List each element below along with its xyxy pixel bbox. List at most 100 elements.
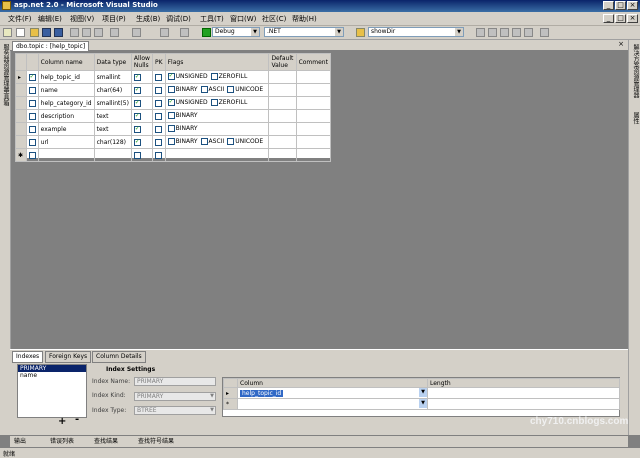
properties-tab[interactable]: 属性 — [631, 112, 640, 124]
properties-icon[interactable] — [488, 28, 497, 37]
column-name-cell[interactable]: example — [37, 122, 95, 136]
platform-select[interactable]: .NET ▼ — [264, 27, 344, 37]
index-column-cell[interactable]: ▼ — [237, 398, 428, 410]
row-checkbox-cell[interactable] — [25, 148, 39, 162]
index-length-cell[interactable] — [427, 398, 620, 410]
flag-checkbox[interactable] — [227, 85, 235, 93]
default-value-cell[interactable] — [268, 96, 297, 110]
flag-checkbox[interactable] — [210, 72, 218, 80]
allow-nulls-checkbox-cell[interactable] — [130, 109, 153, 123]
allow-nulls-checkbox[interactable] — [133, 99, 141, 107]
flag-checkbox[interactable] — [167, 98, 175, 106]
flags-cell[interactable]: UNSIGNED ZEROFILL — [164, 96, 270, 110]
flags-cell[interactable] — [164, 148, 270, 162]
cut-icon[interactable] — [70, 28, 79, 37]
flag-checkbox[interactable] — [200, 137, 208, 145]
allow-nulls-checkbox-cell[interactable] — [130, 83, 153, 97]
row-checkbox-cell[interactable] — [25, 70, 39, 84]
doc-minimize-button[interactable]: _ — [603, 14, 614, 23]
row-checkbox-cell[interactable] — [25, 109, 39, 123]
allow-nulls-checkbox[interactable] — [133, 112, 141, 120]
row-selector[interactable]: ▸ — [15, 70, 27, 84]
row-checkbox[interactable] — [28, 73, 36, 81]
index-item-primary[interactable]: PRIMARY — [18, 365, 86, 372]
paste-icon[interactable] — [94, 28, 103, 37]
config-select[interactable]: Debug ▼ — [212, 27, 260, 37]
undo-icon[interactable] — [110, 28, 119, 37]
data-type-cell[interactable]: char(128) — [93, 135, 132, 149]
index-list[interactable]: PRIMARY name — [17, 364, 87, 418]
flag-checkbox[interactable] — [167, 124, 175, 132]
column-name-cell[interactable]: help_topic_id — [37, 70, 95, 84]
flag-checkbox[interactable] — [200, 85, 208, 93]
header-index-column[interactable]: Column — [237, 378, 428, 388]
primary-key-checkbox[interactable] — [154, 125, 162, 133]
primary-key-checkbox[interactable] — [154, 151, 162, 159]
save-all-icon[interactable] — [54, 28, 63, 37]
header-comment[interactable]: Comment — [295, 53, 332, 71]
primary-key-checkbox[interactable] — [154, 73, 162, 81]
tab-find-results[interactable]: 查找结果 — [94, 437, 118, 446]
row-checkbox[interactable] — [28, 151, 36, 159]
primary-key-checkbox-cell[interactable] — [151, 109, 166, 123]
navigate-forward-icon[interactable] — [180, 28, 189, 37]
comment-cell[interactable] — [295, 70, 332, 84]
close-document-icon[interactable]: × — [618, 40, 624, 48]
row-selector[interactable]: ✱ — [15, 148, 27, 162]
flag-option[interactable]: ZEROFILL — [210, 98, 247, 106]
default-value-cell[interactable] — [268, 83, 297, 97]
row-checkbox-cell[interactable] — [25, 96, 39, 110]
default-value-cell[interactable] — [268, 70, 297, 84]
minimize-button[interactable]: _ — [603, 1, 614, 10]
flags-cell[interactable]: BINARY — [164, 109, 270, 123]
table-row[interactable]: ▸ help_topic_idsmallint UNSIGNED ZEROFILL — [15, 70, 332, 84]
allow-nulls-checkbox-cell[interactable] — [130, 148, 153, 162]
redo-icon[interactable] — [132, 28, 141, 37]
menu-community[interactable]: 社区(C) — [262, 14, 286, 24]
allow-nulls-checkbox[interactable] — [133, 151, 141, 159]
solution-explorer-tab[interactable]: 解决方案资源管理器 — [631, 44, 640, 98]
allow-nulls-checkbox[interactable] — [133, 138, 141, 146]
tab-foreign-keys[interactable]: Foreign Keys — [45, 351, 92, 363]
primary-key-checkbox-cell[interactable] — [151, 148, 166, 162]
flag-checkbox[interactable] — [167, 72, 175, 80]
data-type-cell[interactable]: smallint(5) — [93, 96, 132, 110]
flag-option[interactable]: BINARY — [167, 124, 198, 132]
new-project-icon[interactable] — [3, 28, 12, 37]
row-selector[interactable] — [15, 135, 27, 149]
column-name-cell[interactable]: help_category_id — [37, 96, 95, 110]
row-checkbox[interactable] — [28, 125, 36, 133]
allow-nulls-checkbox[interactable] — [133, 86, 141, 94]
flag-option[interactable]: ASCII — [200, 137, 224, 145]
table-row[interactable]: exampletext BINARY — [15, 122, 332, 136]
flag-option[interactable]: UNSIGNED — [167, 72, 208, 80]
find-icon[interactable] — [356, 28, 365, 37]
primary-key-checkbox[interactable] — [154, 86, 162, 94]
column-name-cell[interactable] — [37, 148, 95, 162]
document-tab[interactable]: dbo.topic : [help_topic] — [12, 41, 90, 51]
flag-option[interactable]: ASCII — [200, 85, 224, 93]
find-combo[interactable]: showDir ▼ — [368, 27, 464, 37]
open-icon[interactable] — [30, 28, 39, 37]
close-button[interactable]: × — [627, 1, 638, 10]
maximize-button[interactable]: □ — [615, 1, 626, 10]
table-row[interactable]: help_category_idsmallint(5) UNSIGNED ZEROF… — [15, 96, 332, 110]
flag-option[interactable]: BINARY — [167, 137, 198, 145]
header-allow-nulls[interactable]: Allow Nulls — [130, 53, 153, 71]
index-name-field[interactable]: PRIMARY — [134, 377, 216, 386]
start-debug-icon[interactable] — [202, 28, 211, 37]
table-row[interactable]: urlchar(128) BINARY ASCII UNICODE — [15, 135, 332, 149]
header-default-value[interactable]: Default Value — [268, 53, 297, 71]
doc-restore-button[interactable]: □ — [615, 14, 626, 23]
default-value-cell[interactable] — [268, 135, 297, 149]
allow-nulls-checkbox[interactable] — [133, 73, 141, 81]
save-icon[interactable] — [42, 28, 51, 37]
toolbar-options-icon[interactable] — [540, 28, 549, 37]
doc-close-button[interactable]: × — [627, 14, 638, 23]
data-type-cell[interactable]: text — [93, 122, 132, 136]
new-row-selector[interactable]: * — [223, 398, 238, 410]
menu-project[interactable]: 项目(P) — [102, 14, 126, 24]
row-checkbox[interactable] — [28, 99, 36, 107]
row-checkbox-cell[interactable] — [25, 83, 39, 97]
tab-column-details[interactable]: Column Details — [92, 351, 146, 363]
